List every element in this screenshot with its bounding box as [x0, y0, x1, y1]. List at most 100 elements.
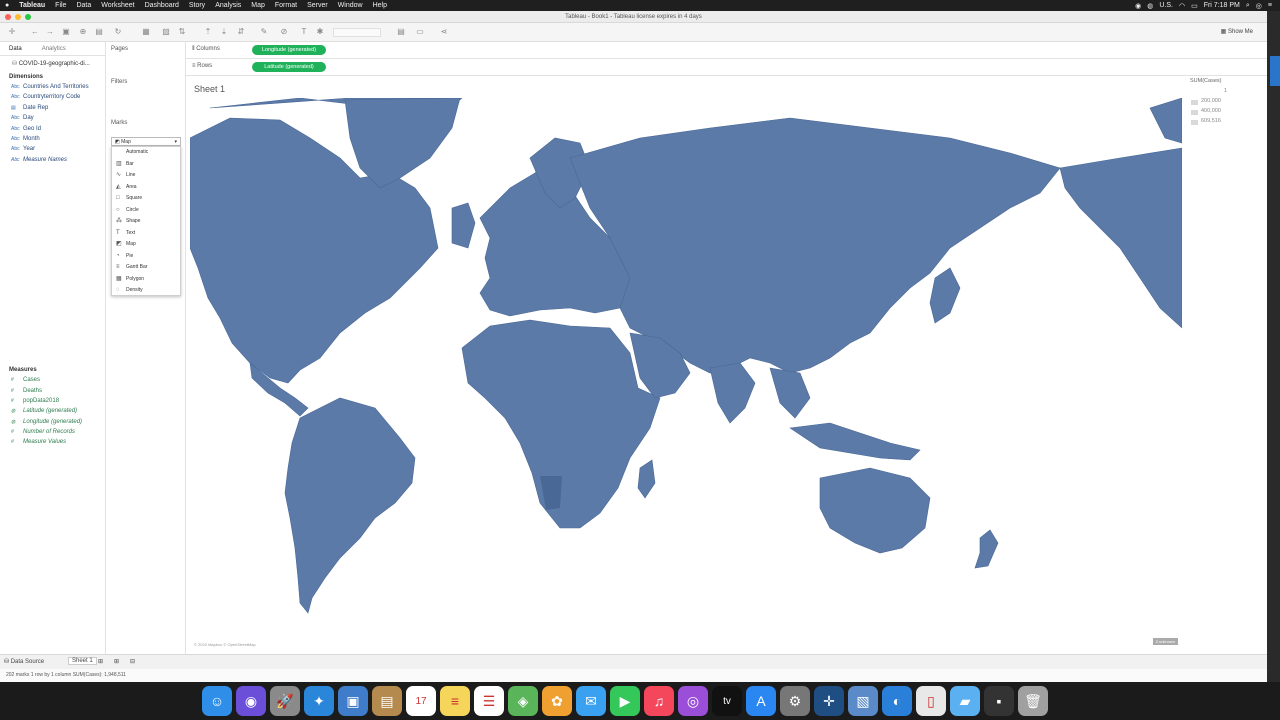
show-me-button[interactable]: ▦ Show Me: [1221, 28, 1253, 35]
menu-analysis[interactable]: Analysis: [210, 2, 246, 9]
menu-file[interactable]: File: [50, 2, 71, 9]
tv-icon[interactable]: tv: [712, 686, 742, 716]
redo-icon[interactable]: →: [46, 28, 54, 36]
calendar-icon[interactable]: 17: [406, 686, 436, 716]
dimension-field[interactable]: Abc Countries And Territories: [0, 82, 105, 92]
record-icon[interactable]: ◍: [1147, 2, 1153, 10]
sort-desc-icon[interactable]: ⇣: [220, 28, 228, 36]
tab-data[interactable]: Data: [9, 46, 22, 52]
system-preferences-icon[interactable]: ⚙: [780, 686, 810, 716]
dimension-field[interactable]: Abc Countryterritory Code: [0, 92, 105, 102]
sort-asc-icon[interactable]: ⇡: [204, 28, 212, 36]
facetime-icon[interactable]: ▶: [610, 686, 640, 716]
rows-shelf[interactable]: ≡ Rows Latitude (generated): [186, 59, 1267, 76]
new-worksheet-icon[interactable]: ⊞: [98, 658, 103, 665]
maps-icon[interactable]: ◈: [508, 686, 538, 716]
menu-format[interactable]: Format: [270, 2, 302, 9]
world-map-svg[interactable]: [190, 98, 1182, 650]
country-shape[interactable]: [344, 98, 461, 189]
apple-menu-icon[interactable]: ●: [0, 2, 14, 9]
tableau-icon[interactable]: ✛: [814, 686, 844, 716]
messages-icon[interactable]: ✉: [576, 686, 606, 716]
launchpad-icon[interactable]: 🚀: [270, 686, 300, 716]
safari-icon[interactable]: ✦: [304, 686, 334, 716]
clear-sheet-icon[interactable]: ▧: [162, 28, 170, 36]
minimize-window-button[interactable]: [15, 14, 21, 20]
highlight-icon[interactable]: ✎: [260, 28, 268, 36]
mark-type-gantt-bar[interactable]: ≡ Gantt Bar: [112, 262, 180, 274]
refresh-icon[interactable]: ↻: [114, 28, 122, 36]
mark-type-pie[interactable]: ◔ Pie: [112, 251, 180, 263]
new-datasource-icon[interactable]: ⊕: [79, 28, 87, 36]
new-sheet-icon[interactable]: ▤: [95, 28, 103, 36]
mark-type-bar[interactable]: ▥ Bar: [112, 159, 180, 171]
filters-shelf[interactable]: Filters: [106, 79, 185, 85]
datasource-item[interactable]: ⛁ COVID-19-geographic-di...: [0, 56, 105, 72]
format-icon[interactable]: T: [300, 28, 308, 36]
save-icon[interactable]: ▣: [62, 28, 70, 36]
measure-field[interactable]: # Deaths: [0, 386, 105, 396]
browser-icon[interactable]: ◐: [882, 686, 912, 716]
tab-data-source[interactable]: ⛁ Data Source: [4, 658, 44, 665]
screenshot-icon[interactable]: ▪: [984, 686, 1014, 716]
menu-data[interactable]: Data: [71, 2, 96, 9]
search-icon[interactable]: ⌕: [1246, 2, 1250, 10]
latitude-pill[interactable]: Latitude (generated): [252, 62, 326, 72]
mark-type-map[interactable]: ◩ Map: [112, 239, 180, 251]
dimension-field[interactable]: Abc Month: [0, 134, 105, 144]
measure-field[interactable]: ◍ Latitude (generated): [0, 406, 105, 416]
country-shape[interactable]: [789, 422, 921, 461]
close-window-button[interactable]: [5, 14, 11, 20]
tab-analytics[interactable]: Analytics: [42, 46, 66, 52]
battery-icon[interactable]: ▭: [1191, 2, 1198, 10]
measure-field[interactable]: # Number of Records: [0, 427, 105, 437]
pages-shelf[interactable]: Pages: [106, 46, 185, 52]
dimension-field[interactable]: Abc Day: [0, 113, 105, 123]
longitude-pill[interactable]: Longitude (generated): [252, 45, 326, 55]
label-icon[interactable]: ⊘: [280, 28, 288, 36]
user-icon[interactable]: ◎: [1256, 2, 1262, 10]
reminders-icon[interactable]: ☰: [474, 686, 504, 716]
menu-help[interactable]: Help: [368, 2, 392, 9]
sheet-title[interactable]: Sheet 1: [194, 84, 225, 94]
mark-type-circle[interactable]: ○ Circle: [112, 205, 180, 217]
music-icon[interactable]: ♫: [644, 686, 674, 716]
unknown-badge[interactable]: 3 unknown: [1152, 638, 1178, 645]
measure-field[interactable]: # Measure Values: [0, 437, 105, 447]
menu-map[interactable]: Map: [246, 2, 270, 9]
mark-type-dropdown[interactable]: ◩ Map ▾: [111, 137, 181, 146]
country-shape[interactable]: [461, 319, 661, 529]
columns-shelf[interactable]: ⫴ Columns Longitude (generated): [186, 42, 1267, 59]
country-shape[interactable]: [451, 202, 476, 249]
country-shape[interactable]: [769, 367, 811, 419]
document-icon[interactable]: ▯: [916, 686, 946, 716]
country-shape[interactable]: [819, 467, 931, 554]
trash-icon[interactable]: 🗑: [1018, 686, 1048, 716]
present-icon[interactable]: ▤: [397, 28, 405, 36]
measure-field[interactable]: ◍ Longitude (generated): [0, 417, 105, 427]
share-icon[interactable]: ⋖: [440, 28, 448, 36]
wifi-icon[interactable]: ◠: [1179, 2, 1185, 10]
appstore-icon[interactable]: A: [746, 686, 776, 716]
menu-worksheet[interactable]: Worksheet: [96, 2, 139, 9]
mark-type-square[interactable]: □ Square: [112, 193, 180, 205]
new-story-icon[interactable]: ⊟: [130, 658, 135, 665]
country-shape[interactable]: [929, 267, 961, 324]
dimension-field[interactable]: Abc Measure Names: [0, 155, 105, 165]
swap-icon[interactable]: ⇅: [178, 28, 186, 36]
country-shape[interactable]: [569, 117, 1061, 374]
mark-type-area[interactable]: ◭ Area: [112, 182, 180, 194]
siri-icon[interactable]: ◉: [236, 686, 266, 716]
finder-icon[interactable]: ☺: [202, 686, 232, 716]
menu-dashboard[interactable]: Dashboard: [140, 2, 184, 9]
image-capture-icon[interactable]: ▧: [848, 686, 878, 716]
folder-icon[interactable]: ▰: [950, 686, 980, 716]
country-shape[interactable]: [1059, 147, 1182, 329]
world-map[interactable]: [190, 98, 1182, 650]
group-icon[interactable]: ⇵: [237, 28, 245, 36]
dimension-field[interactable]: ▤ Date Rep: [0, 103, 105, 113]
country-shape[interactable]: [637, 459, 656, 499]
dimension-field[interactable]: Abc Geo Id: [0, 124, 105, 134]
measure-field[interactable]: # Cases: [0, 375, 105, 385]
mark-type-shape[interactable]: ⁂ Shape: [112, 216, 180, 228]
